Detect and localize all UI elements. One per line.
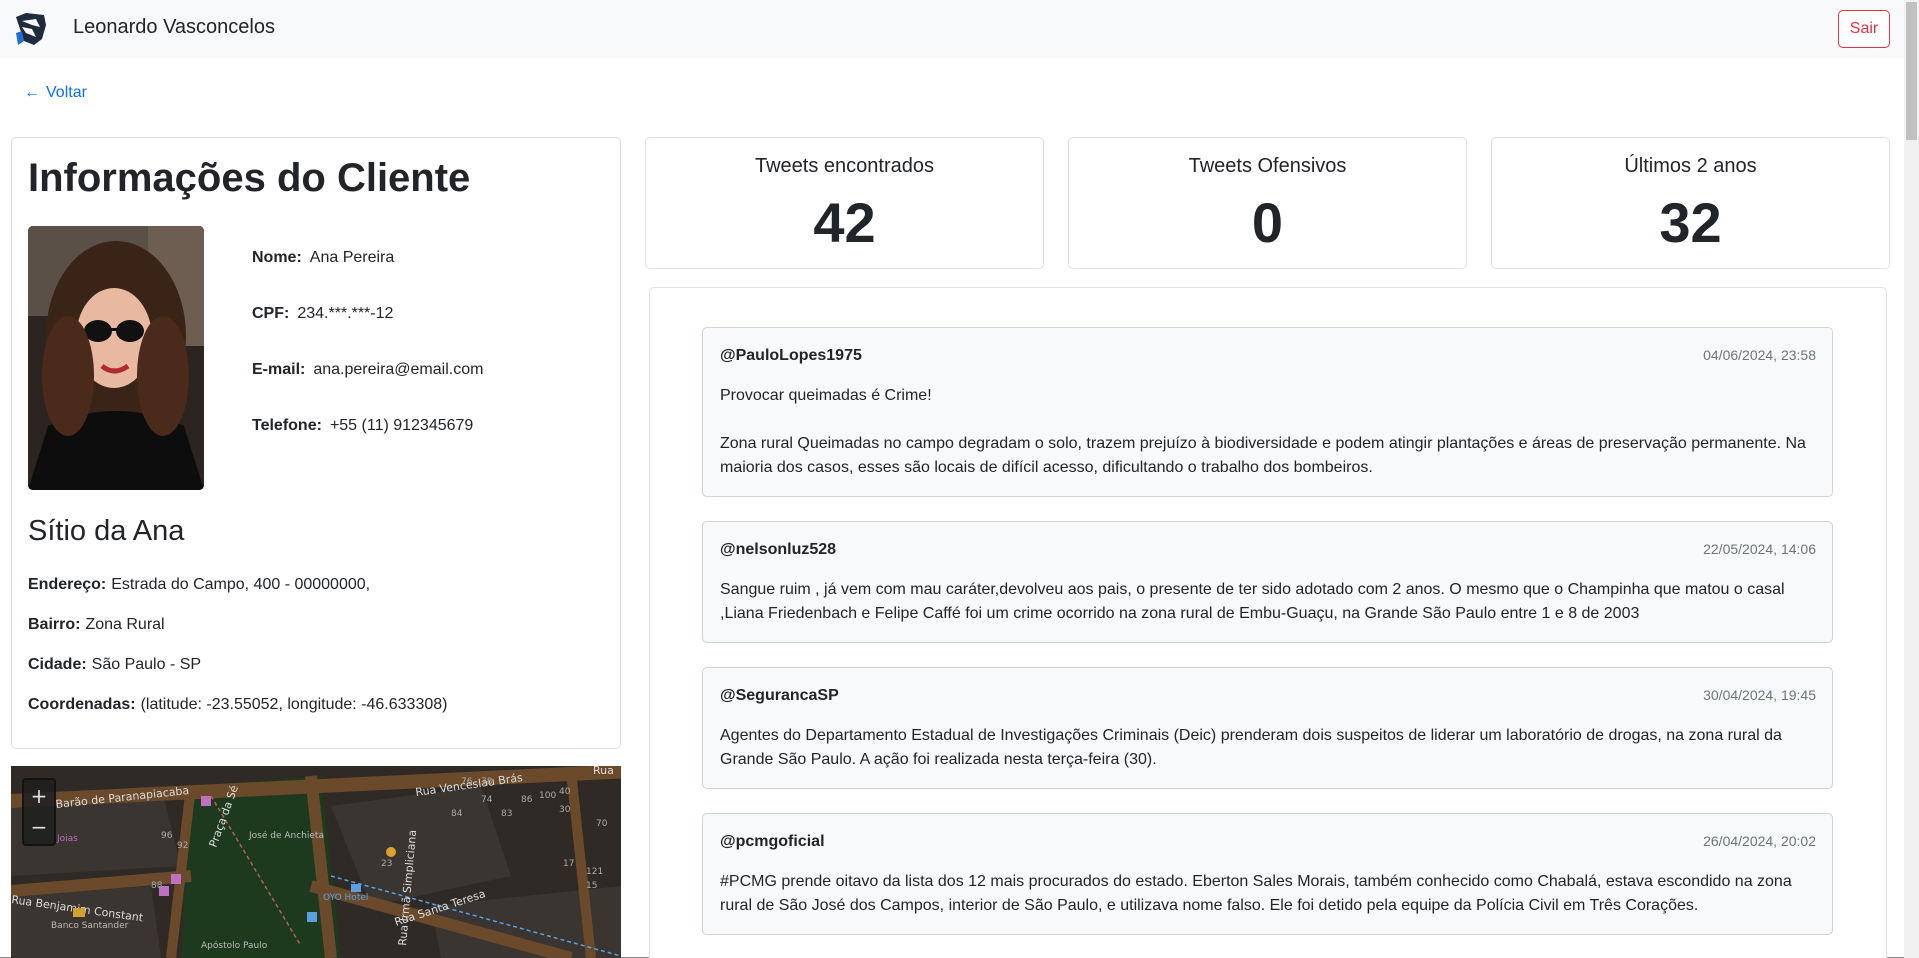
tweet-text: Sangue ruim , já vem com mau caráter,dev… xyxy=(720,581,1785,622)
map-number-label: 84 xyxy=(451,809,463,819)
tweet-username[interactable]: @nelsonluz528 xyxy=(720,541,836,559)
tweet-card: @pcmgoficial 26/04/2024, 20:02 #PCMG pre… xyxy=(702,813,1833,935)
coords-value: (latitude: -23.55052, longitude: -46.633… xyxy=(140,696,448,713)
map-number-label: 23 xyxy=(381,859,392,869)
name-label: Nome: xyxy=(252,249,302,266)
logout-button[interactable]: Sair xyxy=(1838,10,1890,48)
tweet-card: @SegurancaSP 30/04/2024, 19:45 Agentes d… xyxy=(702,667,1833,789)
email-value: ana.pereira@email.com xyxy=(313,361,484,378)
tweet-text: #PCMG prende oitavo da lista dos 12 mais… xyxy=(720,873,1792,914)
property-name: Sítio da Ana xyxy=(28,515,185,547)
tweet-date: 04/06/2024, 23:58 xyxy=(1703,347,1816,363)
navbar: Leonardo Vasconcelos Sair xyxy=(0,0,1904,58)
map-place-label: Apóstolo Paulo xyxy=(201,940,268,951)
city-label: Cidade: xyxy=(28,656,87,673)
map-street-label: Rua xyxy=(593,766,614,777)
back-link[interactable]: ← Voltar xyxy=(24,84,87,102)
address-value: Estrada do Campo, 400 - 00000000, xyxy=(111,576,371,593)
district-label: Bairro: xyxy=(28,616,81,633)
district-value: Zona Rural xyxy=(85,616,165,633)
stat-label: Tweets encontrados xyxy=(755,155,934,177)
map-number-label: 15 xyxy=(586,881,597,891)
coords-row: Coordenadas: (latitude: -23.55052, longit… xyxy=(28,696,447,714)
district-row: Bairro: Zona Rural xyxy=(28,616,165,634)
page-title: Informações do Cliente xyxy=(28,156,471,200)
map-place-label: OYO Hotel xyxy=(323,893,368,903)
map-number-label: 30 xyxy=(559,805,571,815)
map-number-label: 74 xyxy=(481,795,493,805)
cpf-value: 234.***.***-12 xyxy=(297,305,394,322)
map-number-label: 83 xyxy=(501,809,512,819)
scrollbar-thumb[interactable] xyxy=(1906,2,1917,140)
cpf-label: CPF: xyxy=(252,305,290,322)
map-number-label: 100 xyxy=(539,791,556,801)
zoom-in-button[interactable]: + xyxy=(22,780,56,812)
stat-label: Tweets Ofensivos xyxy=(1188,155,1347,177)
stat-value: 0 xyxy=(1251,191,1284,254)
stat-label: Últimos 2 anos xyxy=(1624,155,1757,177)
tweet-date: 22/05/2024, 14:06 xyxy=(1703,541,1816,557)
arrow-left-icon: ← xyxy=(24,84,40,101)
tweet-date: 30/04/2024, 19:45 xyxy=(1703,687,1816,703)
stat-value: 42 xyxy=(813,191,876,254)
map-number-label: 96 xyxy=(161,831,173,841)
stat-card-last-2-years: Últimos 2 anos 32 xyxy=(1491,137,1890,269)
city-row: Cidade: São Paulo - SP xyxy=(28,656,201,674)
user-name: Leonardo Vasconcelos xyxy=(73,16,275,38)
page-scrollbar[interactable] xyxy=(1904,0,1919,958)
back-label: Voltar xyxy=(46,84,87,101)
info-cpf: CPF: 234.***.***-12 xyxy=(252,305,393,323)
map-place-label: Banco Santander xyxy=(51,921,129,931)
tweet-card: @nelsonluz528 22/05/2024, 14:06 Sangue r… xyxy=(702,521,1833,643)
stat-value: 32 xyxy=(1659,191,1722,254)
client-photo xyxy=(28,226,204,490)
address-row: Endereço: Estrada do Campo, 400 - 0000000… xyxy=(28,576,370,594)
map-number-label: 40 xyxy=(559,787,571,797)
map-number-label: 121 xyxy=(586,867,603,877)
tweet-username[interactable]: @PauloLopes1975 xyxy=(720,347,862,365)
name-value: Ana Pereira xyxy=(309,249,395,266)
tweet-text: Agentes do Departamento Estadual de Inve… xyxy=(720,727,1782,768)
tweet-date: 26/04/2024, 20:02 xyxy=(1703,833,1816,849)
email-label: E-mail: xyxy=(252,361,306,378)
city-value: São Paulo - SP xyxy=(91,656,202,673)
tweet-username[interactable]: @pcmgoficial xyxy=(720,833,825,851)
info-email: E-mail: ana.pereira@email.com xyxy=(252,361,483,379)
stat-card-offensive-tweets: Tweets Ofensivos 0 xyxy=(1068,137,1467,269)
coords-label: Coordenadas: xyxy=(28,696,136,713)
logo-icon[interactable] xyxy=(14,11,48,47)
tweet-text: Provocar queimadas é Crime! Zona rural Q… xyxy=(720,387,1806,476)
map-place-label: Joias xyxy=(56,834,78,844)
zoom-out-button[interactable]: − xyxy=(22,811,56,843)
phone-value: +55 (11) 912345679 xyxy=(329,417,474,434)
tweet-username[interactable]: @SegurancaSP xyxy=(720,687,839,705)
map-number-label: 76 xyxy=(461,777,473,787)
address-label: Endereço: xyxy=(28,576,107,593)
info-name: Nome: Ana Pereira xyxy=(252,249,394,267)
map-number-label: 92 xyxy=(177,841,188,851)
tweet-card: @PauloLopes1975 04/06/2024, 23:58 Provoc… xyxy=(702,327,1833,497)
map-number-label: 78 xyxy=(481,777,493,787)
map-place-label: José de Anchieta xyxy=(248,830,324,841)
map-number-label: 17 xyxy=(563,859,574,869)
map-view[interactable]: Barão de Paranapiacaba Praça da Sé Rua V… xyxy=(11,766,621,958)
phone-label: Telefone: xyxy=(252,417,322,434)
info-phone: Telefone: +55 (11) 912345679 xyxy=(252,417,473,435)
map-number-label: 70 xyxy=(596,819,608,829)
map-number-label: 86 xyxy=(521,795,533,805)
stat-card-tweets-found: Tweets encontrados 42 xyxy=(645,137,1044,269)
